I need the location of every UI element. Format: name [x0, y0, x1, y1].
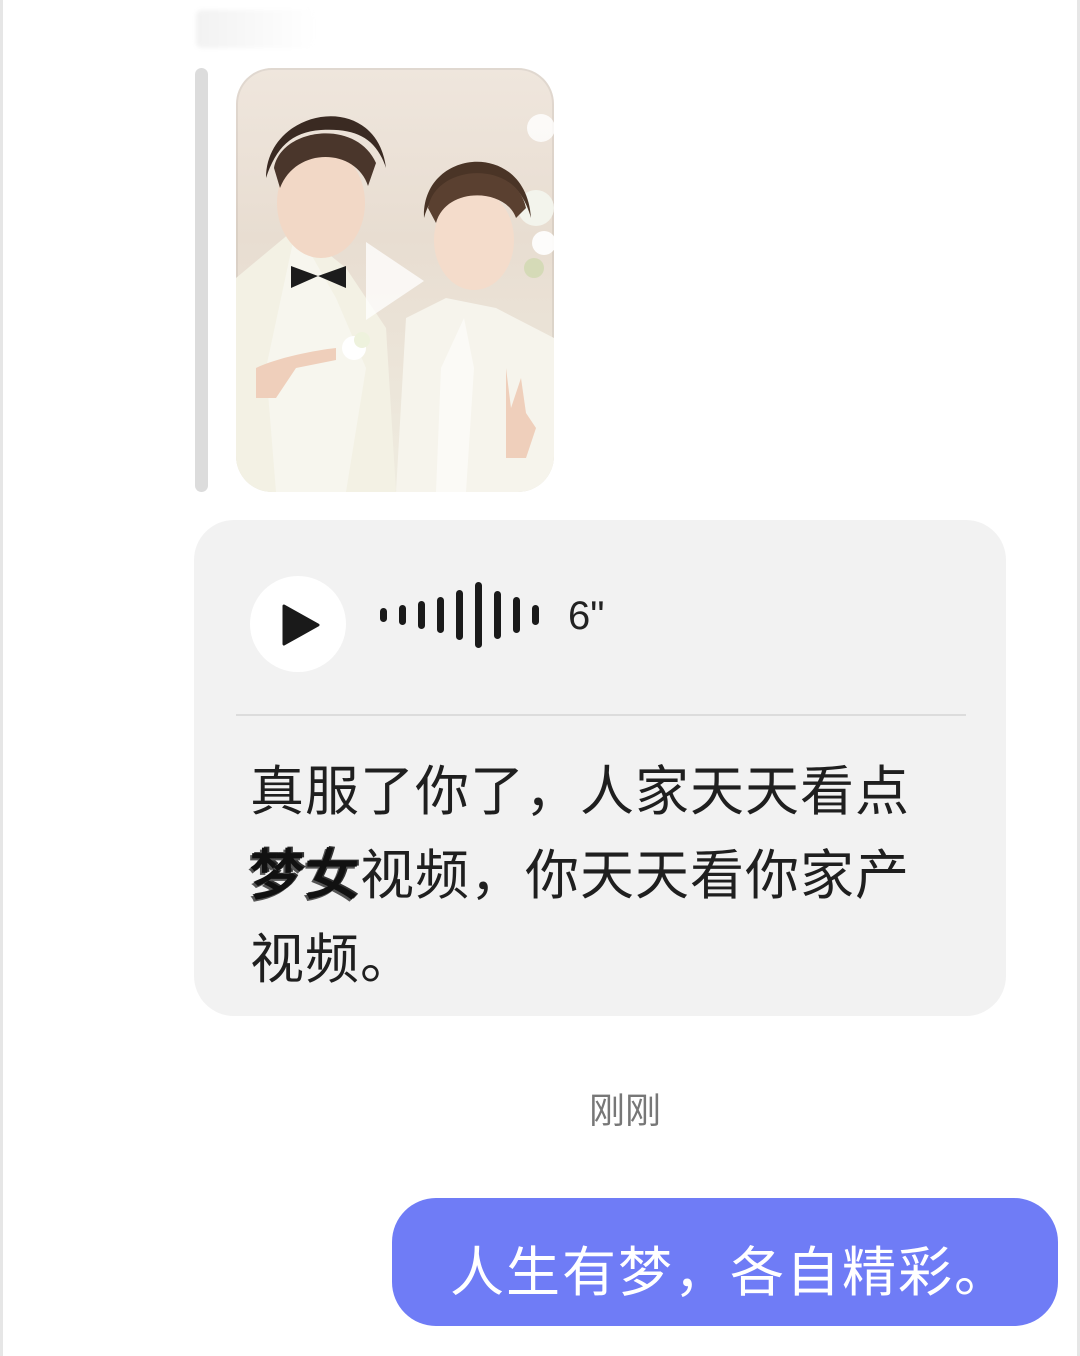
outgoing-message-bubble[interactable]: 人生有梦，各自精彩。 — [392, 1198, 1058, 1326]
transcript-line-1: 真服了你了，人家天天看点 — [250, 760, 910, 823]
reply-quote-bar — [195, 68, 208, 492]
blurred-sender-name — [196, 10, 316, 48]
outgoing-message-text: 人生有梦，各自精彩。 — [450, 1241, 1010, 1304]
voice-transcript: 真服了你了，人家天天看点 梦女视频，你天天看你家产 视频。 — [250, 750, 970, 1002]
audio-waveform-icon — [380, 582, 550, 648]
voice-duration: 6" — [568, 594, 605, 638]
transcript-scribble-word: 梦女 — [250, 844, 360, 907]
transcript-line-2: 梦女视频，你天天看你家产 — [250, 834, 970, 918]
voice-message-card: 6" 真服了你了，人家天天看点 梦女视频，你天天看你家产 视频。 — [194, 520, 1006, 1016]
video-play-icon[interactable] — [358, 236, 430, 326]
voice-divider — [236, 714, 966, 716]
transcript-line-3: 视频。 — [250, 928, 415, 991]
video-message-thumbnail[interactable] — [236, 68, 554, 492]
message-timestamp: 刚刚 — [588, 1091, 661, 1132]
voice-play-button[interactable] — [250, 576, 346, 672]
frame-edge-left — [0, 0, 3, 1356]
play-icon — [282, 604, 320, 646]
transcript-line-2-rest: 视频，你天天看你家产 — [360, 844, 910, 907]
